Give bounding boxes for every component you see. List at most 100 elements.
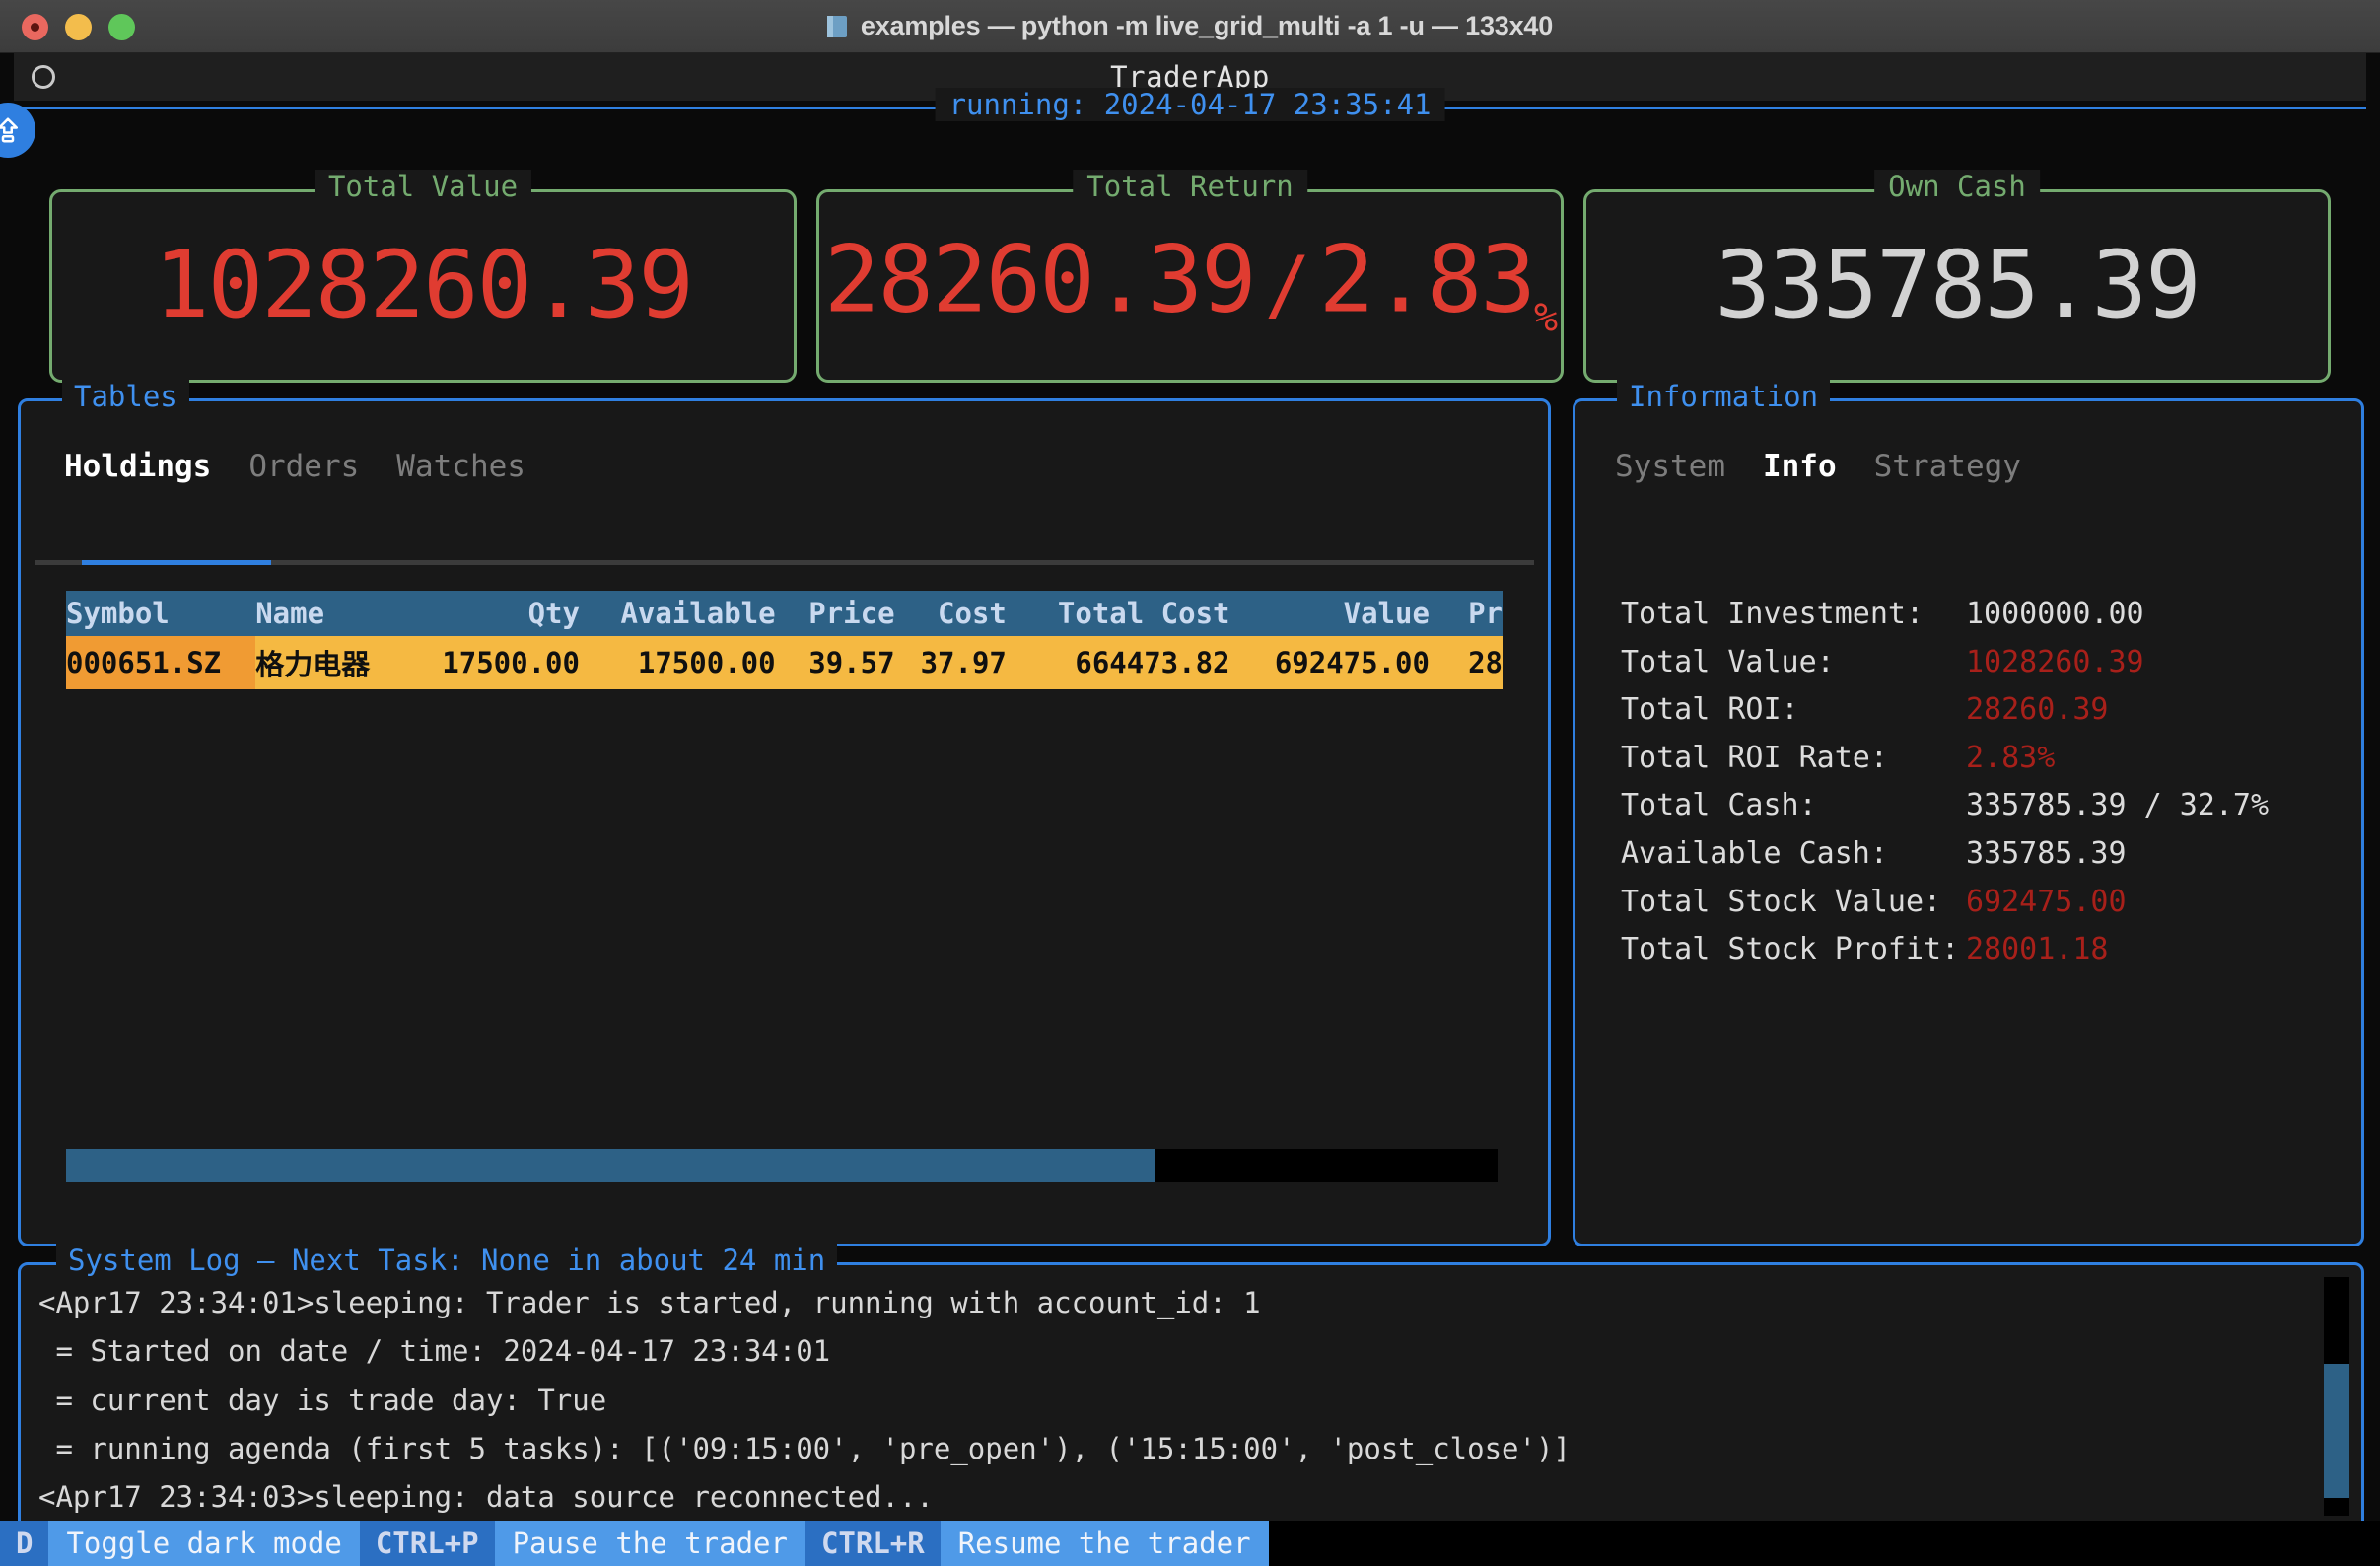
log-line: = running agenda (first 5 tasks): [('09:…	[38, 1431, 1571, 1465]
panel-total-value: Total Value 1028260.39	[49, 170, 797, 383]
log-vertical-scrollbar[interactable]	[2324, 1277, 2349, 1516]
upload-glyph	[0, 117, 18, 143]
tables-tabbar: Holdings Orders Watches	[21, 449, 1548, 565]
keybinding-key-d[interactable]: D	[0, 1521, 49, 1566]
total-return-rate: 2.83	[1318, 226, 1536, 334]
status-band: running: 2024-04-17 23:35:41	[14, 88, 2366, 152]
cell-available: 17500.00	[579, 636, 776, 689]
total-return-amount: 28260.39	[823, 226, 1257, 334]
cell-qty: 17500.00	[397, 636, 580, 689]
keybinding-desc-ctrlr[interactable]: Resume the trader	[940, 1521, 1269, 1566]
info-value: 28260.39	[1966, 692, 2109, 728]
holdings-table-area: Symbol Name Qty Available Price Cost Tot…	[66, 591, 1503, 1182]
info-key: Total Value:	[1621, 644, 1835, 679]
footer-keybindings: D Toggle dark mode CTRL+P Pause the trad…	[0, 1521, 2380, 1566]
col-value[interactable]: Value	[1229, 591, 1430, 636]
total-return-display: 28260.39/2.83%	[819, 234, 1561, 341]
tables-panel: Tables Holdings Orders Watches Symbol Na…	[18, 380, 1551, 1246]
info-row: Total Stock Value: 692475.00	[1621, 879, 2361, 927]
col-name[interactable]: Name	[255, 591, 398, 636]
panel-caption: Own Cash	[1874, 170, 2040, 203]
terminal-body: TraderApp running: 2024-04-17 23:35:41 T…	[0, 53, 2380, 1566]
scrollbar-thumb[interactable]	[66, 1149, 1155, 1182]
info-row: Total Stock Profit: 28001.18	[1621, 926, 2361, 974]
tab-watches[interactable]: Watches	[396, 449, 525, 494]
tab-underline	[35, 560, 1534, 565]
log-line: <Apr17 23:34:03>sleeping: data source re…	[38, 1480, 934, 1515]
keybinding-key-ctrlr[interactable]: CTRL+R	[805, 1521, 941, 1566]
log-line: = current day is trade day: True	[38, 1383, 607, 1417]
percent-sign: %	[1534, 295, 1558, 341]
own-cash-display: 335785.39	[1715, 232, 2201, 339]
log-line: = Started on date / time: 2024-04-17 23:…	[38, 1334, 831, 1369]
cell-total-cost: 664473.82	[1006, 636, 1230, 689]
tab-active-indicator	[82, 560, 271, 565]
maximize-button[interactable]	[108, 13, 135, 40]
info-key: Total Cash:	[1621, 788, 1817, 823]
info-value: 2.83%	[1966, 740, 2056, 775]
panel-own-cash: Own Cash 335785.39	[1583, 170, 2331, 383]
table-header-row: Symbol Name Qty Available Price Cost Tot…	[66, 591, 1503, 636]
close-button[interactable]	[22, 13, 48, 40]
system-log-legend: System Log — Next Task: None in about 24…	[56, 1244, 838, 1277]
table-row[interactable]: 000651.SZ 格力电器 17500.00 17500.00 39.57 3…	[66, 636, 1503, 689]
col-qty[interactable]: Qty	[397, 591, 580, 636]
cell-profit: 28	[1429, 636, 1503, 689]
col-symbol[interactable]: Symbol	[66, 591, 256, 636]
window-title: examples — python -m live_grid_multi -a …	[0, 11, 2380, 41]
traffic-lights	[22, 0, 135, 53]
info-value: 335785.39	[1966, 835, 2127, 871]
panel-total-return: Total Return 28260.39/2.83%	[816, 170, 1564, 383]
info-key: Total Stock Value:	[1621, 884, 1942, 919]
cell-symbol: 000651.SZ	[66, 636, 256, 689]
info-key: Total Stock Profit:	[1621, 932, 1960, 967]
col-total-cost[interactable]: Total Cost	[1006, 591, 1230, 636]
info-row: Total Cash: 335785.39 / 32.7%	[1621, 782, 2361, 830]
tab-strategy[interactable]: Strategy	[1874, 449, 2021, 494]
cell-name: 格力电器	[255, 636, 398, 689]
panel-caption: Total Return	[1073, 170, 1307, 203]
circle-icon[interactable]	[32, 65, 55, 89]
keybinding-desc-d[interactable]: Toggle dark mode	[48, 1521, 360, 1566]
footer-filler	[1268, 1521, 2380, 1566]
tab-orders[interactable]: Orders	[248, 449, 359, 494]
tab-holdings[interactable]: Holdings	[64, 449, 211, 494]
col-available[interactable]: Available	[579, 591, 776, 636]
info-row: Total Value: 1028260.39	[1621, 639, 2361, 687]
holdings-table: Symbol Name Qty Available Price Cost Tot…	[66, 591, 1503, 689]
total-value-display: 1028260.39	[154, 232, 694, 339]
dashboard-row: Total Value 1028260.39 Total Return 2826…	[14, 170, 2366, 383]
tables-legend: Tables	[62, 380, 189, 413]
total-return-separator: /	[1264, 241, 1311, 330]
info-row: Total ROI: 28260.39	[1621, 686, 2361, 735]
panel-caption: Total Value	[314, 170, 532, 203]
information-legend: Information	[1617, 380, 1831, 413]
status-text: running: 2024-04-17 23:35:41	[935, 88, 1445, 121]
window-title-text: examples — python -m live_grid_multi -a …	[860, 11, 1554, 40]
minimize-button[interactable]	[65, 13, 92, 40]
information-panel: Information System Info Strategy Total I…	[1573, 380, 2364, 1246]
cell-cost: 37.97	[894, 636, 1007, 689]
col-profit[interactable]: Pr	[1429, 591, 1503, 636]
scrollbar-thumb[interactable]	[2324, 1364, 2349, 1498]
info-value: 1028260.39	[1966, 644, 2144, 679]
window-titlebar: examples — python -m live_grid_multi -a …	[0, 0, 2380, 53]
folder-icon	[826, 13, 849, 39]
app-window: examples — python -m live_grid_multi -a …	[0, 0, 2380, 1566]
info-row: Total Investment: 1000000.00	[1621, 591, 2361, 639]
horizontal-scrollbar[interactable]	[66, 1149, 1498, 1182]
keybinding-desc-ctrlp[interactable]: Pause the trader	[494, 1521, 805, 1566]
info-value: 335785.39 / 32.7%	[1966, 788, 2270, 823]
info-key: Total ROI Rate:	[1621, 740, 1888, 775]
information-tabbar: System Info Strategy	[1575, 449, 2361, 565]
tab-info[interactable]: Info	[1763, 449, 1837, 494]
keybinding-key-ctrlp[interactable]: CTRL+P	[359, 1521, 495, 1566]
cell-value: 692475.00	[1229, 636, 1430, 689]
log-line: <Apr17 23:34:01>sleeping: Trader is star…	[38, 1286, 1261, 1319]
info-value: 28001.18	[1966, 932, 2109, 967]
col-cost[interactable]: Cost	[894, 591, 1007, 636]
info-key: Total Investment:	[1621, 597, 1925, 631]
cell-price: 39.57	[775, 636, 895, 689]
tab-system[interactable]: System	[1615, 449, 1725, 494]
col-price[interactable]: Price	[775, 591, 895, 636]
